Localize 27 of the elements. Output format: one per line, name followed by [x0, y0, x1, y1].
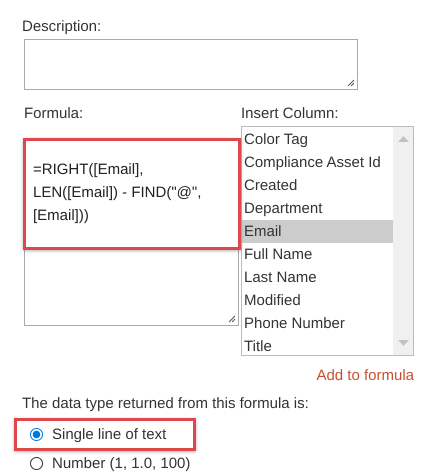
list-item[interactable]: Compliance Asset Id [242, 151, 393, 174]
column-listbox[interactable]: Color Tag Compliance Asset Id Created Department Email Full Name Last Name Modified Phone Number Title [241, 126, 414, 356]
description-field[interactable] [24, 39, 358, 90]
list-item[interactable]: Title [242, 335, 393, 358]
list-item[interactable]: Modified [242, 289, 393, 312]
resize-grip-icon [227, 314, 236, 323]
list-item[interactable]: Email [242, 220, 393, 243]
insert-column-label: Insert Column: [241, 104, 340, 124]
list-item[interactable]: Last Name [242, 266, 393, 289]
list-item[interactable]: Department [242, 197, 393, 220]
formula-field[interactable]: =RIGHT([Email], LEN([Email]) - FIND("@", [Email])) [24, 139, 239, 326]
list-item[interactable]: Color Tag [242, 128, 393, 151]
radio-button[interactable] [30, 457, 43, 470]
formula-label: Formula: [24, 104, 84, 124]
radio-label[interactable]: Single line of text [52, 424, 166, 444]
scroll-down-icon[interactable] [398, 340, 408, 346]
list-item[interactable]: Full Name [242, 243, 393, 266]
scroll-up-icon[interactable] [398, 136, 408, 142]
radio-label[interactable]: Number (1, 1.0, 100) [52, 454, 190, 474]
resize-grip-icon [346, 78, 355, 87]
description-label: Description: [22, 17, 102, 37]
list-item[interactable]: Phone Number [242, 312, 393, 335]
add-to-formula-link[interactable]: Add to formula [316, 366, 414, 386]
radio-button[interactable] [30, 428, 43, 441]
list-item[interactable]: Created [242, 174, 393, 197]
return-type-label: The data type returned from this formula is: [22, 394, 310, 414]
scrollbar[interactable] [393, 127, 413, 355]
